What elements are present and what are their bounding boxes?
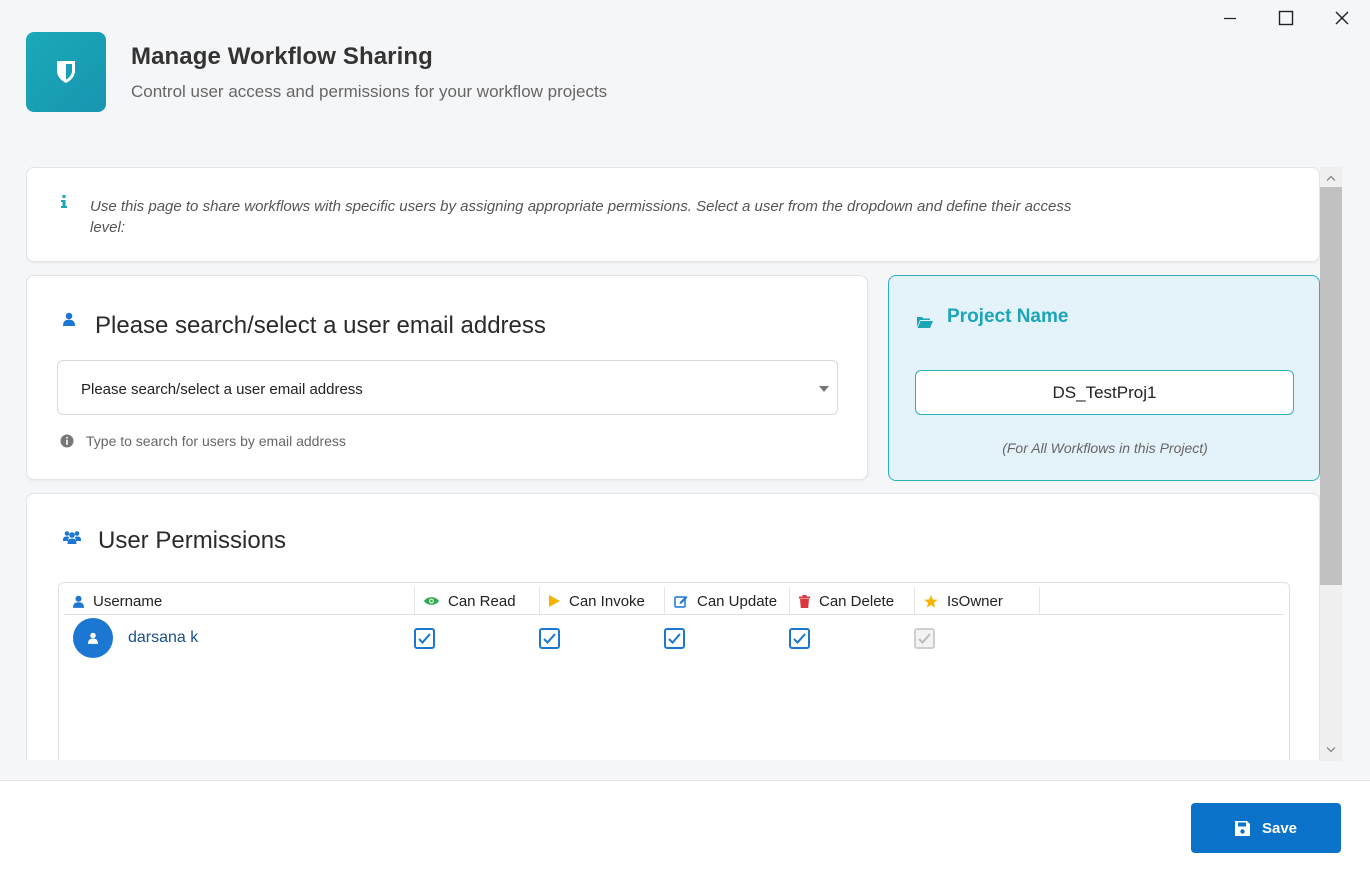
save-button[interactable]: Save (1191, 803, 1341, 853)
column-header-label: Can Update (697, 592, 778, 610)
user-select-hint: Type to search for users by email addres… (60, 433, 346, 449)
check-icon (668, 632, 681, 644)
can-invoke-checkbox[interactable] (539, 627, 560, 649)
edit-icon (674, 596, 688, 608)
permissions-heading: User Permissions (98, 527, 287, 554)
column-header-username[interactable]: Username (64, 587, 415, 615)
check-icon (418, 632, 431, 644)
column-header-label: Can Invoke (569, 592, 645, 610)
close-button[interactable] (1314, 0, 1370, 36)
column-header-label: Can Read (448, 592, 516, 610)
folder-open-icon (917, 317, 933, 328)
user-select-heading: Please search/select a user email addres… (95, 312, 546, 339)
close-icon (1335, 11, 1349, 25)
column-header-is-owner[interactable]: IsOwner (915, 587, 1040, 615)
user-email-select[interactable]: Please search/select a user email addres… (57, 360, 838, 415)
window-controls (1202, 0, 1370, 36)
user-icon (63, 312, 75, 326)
minimize-icon (1224, 17, 1236, 20)
info-text: Use this page to share workflows with sp… (90, 198, 1072, 236)
check-icon (918, 632, 931, 644)
project-heading: Project Name (947, 306, 1069, 327)
table-row[interactable]: darsana k (64, 617, 1284, 659)
shield-icon (57, 61, 75, 83)
content-area: Use this page to share workflows with sp… (26, 167, 1320, 760)
column-header-can-read[interactable]: Can Read (415, 587, 540, 615)
can-update-checkbox[interactable] (664, 627, 685, 649)
page-title: Manage Workflow Sharing (131, 43, 433, 70)
user-email-select-placeholder: Please search/select a user email addres… (81, 381, 363, 398)
save-icon (1234, 820, 1250, 836)
star-icon (924, 594, 938, 608)
page-header: Manage Workflow Sharing Control user acc… (26, 32, 607, 112)
project-card: Project Name DS_TestProj1 (For All Workf… (888, 275, 1320, 481)
project-note: (For All Workflows in this Project) (1002, 440, 1208, 456)
user-select-hint-text: Type to search for users by email addres… (86, 433, 346, 449)
maximize-icon (1278, 10, 1294, 26)
check-icon (793, 632, 806, 644)
check-icon (543, 632, 556, 644)
info-card: Use this page to share workflows with sp… (26, 167, 1320, 262)
save-button-label: Save (1261, 819, 1298, 837)
is-owner-checkbox (914, 627, 935, 649)
user-icon (73, 595, 84, 608)
column-header-label: IsOwner (947, 592, 1003, 610)
can-read-checkbox[interactable] (414, 627, 435, 649)
minimize-button[interactable] (1202, 0, 1258, 36)
maximize-button[interactable] (1258, 0, 1314, 36)
user-icon (88, 632, 98, 644)
column-header-label: Can Delete (819, 592, 895, 610)
users-icon (63, 531, 81, 544)
column-header-can-invoke[interactable]: Can Invoke (540, 587, 665, 615)
chevron-up-icon (1326, 175, 1336, 181)
eye-icon (424, 597, 439, 605)
column-header-can-update[interactable]: Can Update (665, 587, 790, 615)
scroll-down-button[interactable] (1320, 741, 1342, 759)
user-select-card: Please search/select a user email addres… (26, 275, 868, 480)
play-icon (549, 595, 560, 607)
footer: Save (0, 780, 1370, 870)
vertical-scrollbar[interactable] (1320, 167, 1342, 761)
user-permissions-card: User Permissions Username Can Read Can I… (26, 493, 1320, 760)
column-header-can-delete[interactable]: Can Delete (790, 587, 915, 615)
trash-icon (799, 594, 810, 608)
chevron-down-icon (1326, 747, 1336, 753)
column-header-label: Username (93, 592, 163, 610)
permissions-grid: Username Can Read Can Invoke Can Update … (58, 582, 1290, 760)
username: darsana k (128, 629, 199, 646)
info-circle-icon (60, 434, 74, 448)
app-logo (26, 32, 106, 112)
permissions-grid-header: Username Can Read Can Invoke Can Update … (64, 587, 1284, 615)
chevron-down-icon (819, 386, 829, 392)
project-name-field: DS_TestProj1 (915, 370, 1294, 415)
scrollbar-thumb[interactable] (1320, 187, 1342, 585)
scroll-up-button[interactable] (1320, 169, 1342, 187)
can-delete-checkbox[interactable] (789, 627, 810, 649)
info-icon (61, 195, 67, 208)
page-subtitle: Control user access and permissions for … (131, 82, 608, 101)
avatar (73, 618, 113, 658)
